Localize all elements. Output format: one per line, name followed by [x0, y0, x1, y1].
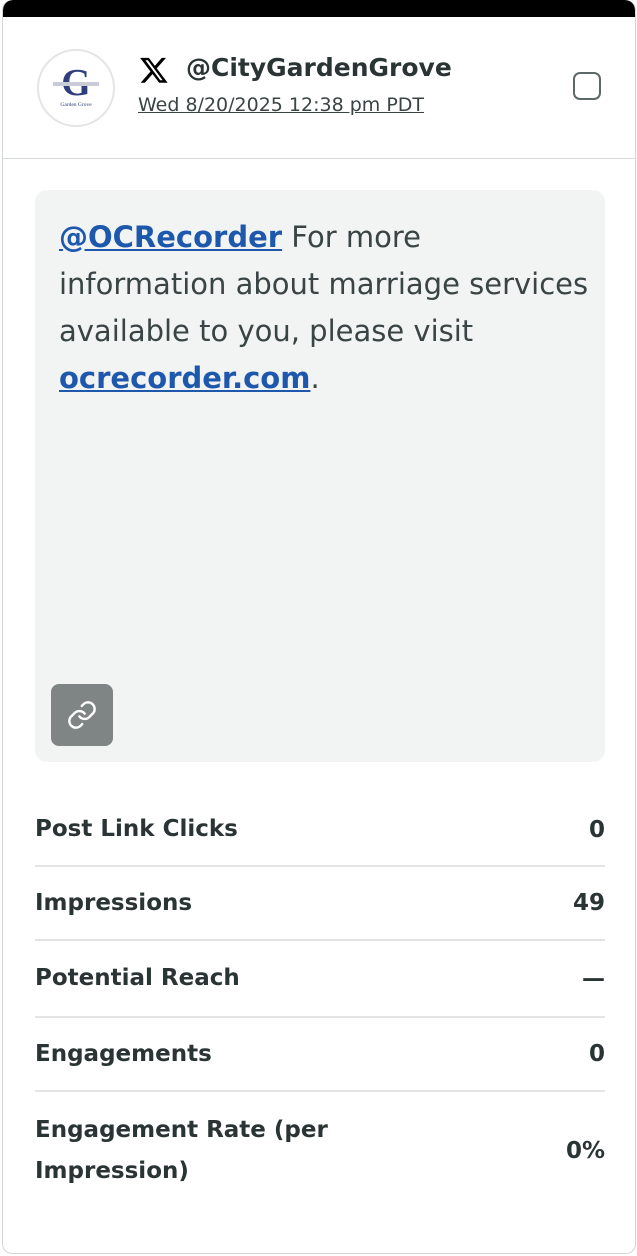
metric-value: 49 [572, 890, 605, 916]
metric-value: 0 [588, 816, 605, 843]
metric-value: 0 [588, 1041, 605, 1067]
metric-label: Engagement Rate (per Impression) [35, 1117, 328, 1184]
post-content: @OCRecorder For more information about m… [35, 190, 605, 762]
metric-label: Potential Reach [35, 965, 240, 991]
garden-grove-logo: G Garden Grove [39, 51, 113, 125]
metric-label: Engagements [35, 1040, 212, 1067]
mention-link[interactable]: @OCRecorder [59, 220, 282, 254]
metric-label: Post Link Clicks [35, 816, 238, 842]
link-icon [68, 701, 96, 729]
network-color-bar [3, 0, 635, 17]
metric-row-engagement-rate: Engagement Rate (per Impression) 0% [35, 1092, 605, 1210]
post-text: @OCRecorder For more information about m… [59, 214, 589, 402]
metric-row-impressions: Impressions 49 [35, 867, 605, 941]
metric-row-potential-reach: Potential Reach — [35, 941, 605, 1018]
metric-value: 0% [565, 1138, 605, 1164]
post-body-end: . [310, 361, 320, 395]
avatar-subtext: Garden Grove [60, 102, 92, 108]
metric-value: — [582, 965, 605, 992]
metric-row-engagements: Engagements 0 [35, 1018, 605, 1092]
metric-label: Impressions [35, 889, 193, 916]
post-card: G Garden Grove @CityGardenGrove Wed 8/20… [2, 0, 636, 1254]
account-handle: @CityGardenGrove [186, 53, 452, 82]
avatar[interactable]: G Garden Grove [37, 49, 115, 127]
x-logo-icon [140, 57, 168, 83]
post-timestamp-link[interactable]: Wed 8/20/2025 12:38 pm PDT [138, 94, 424, 116]
select-post-checkbox[interactable] [573, 72, 601, 100]
metrics-list: Post Link Clicks 0 Impressions 49 Potent… [35, 794, 605, 1210]
post-url-link[interactable]: ocrecorder.com [59, 361, 310, 395]
open-link-button[interactable] [51, 684, 113, 746]
post-header: G Garden Grove @CityGardenGrove Wed 8/20… [3, 17, 635, 159]
metric-row-post-link-clicks: Post Link Clicks 0 [35, 794, 605, 867]
